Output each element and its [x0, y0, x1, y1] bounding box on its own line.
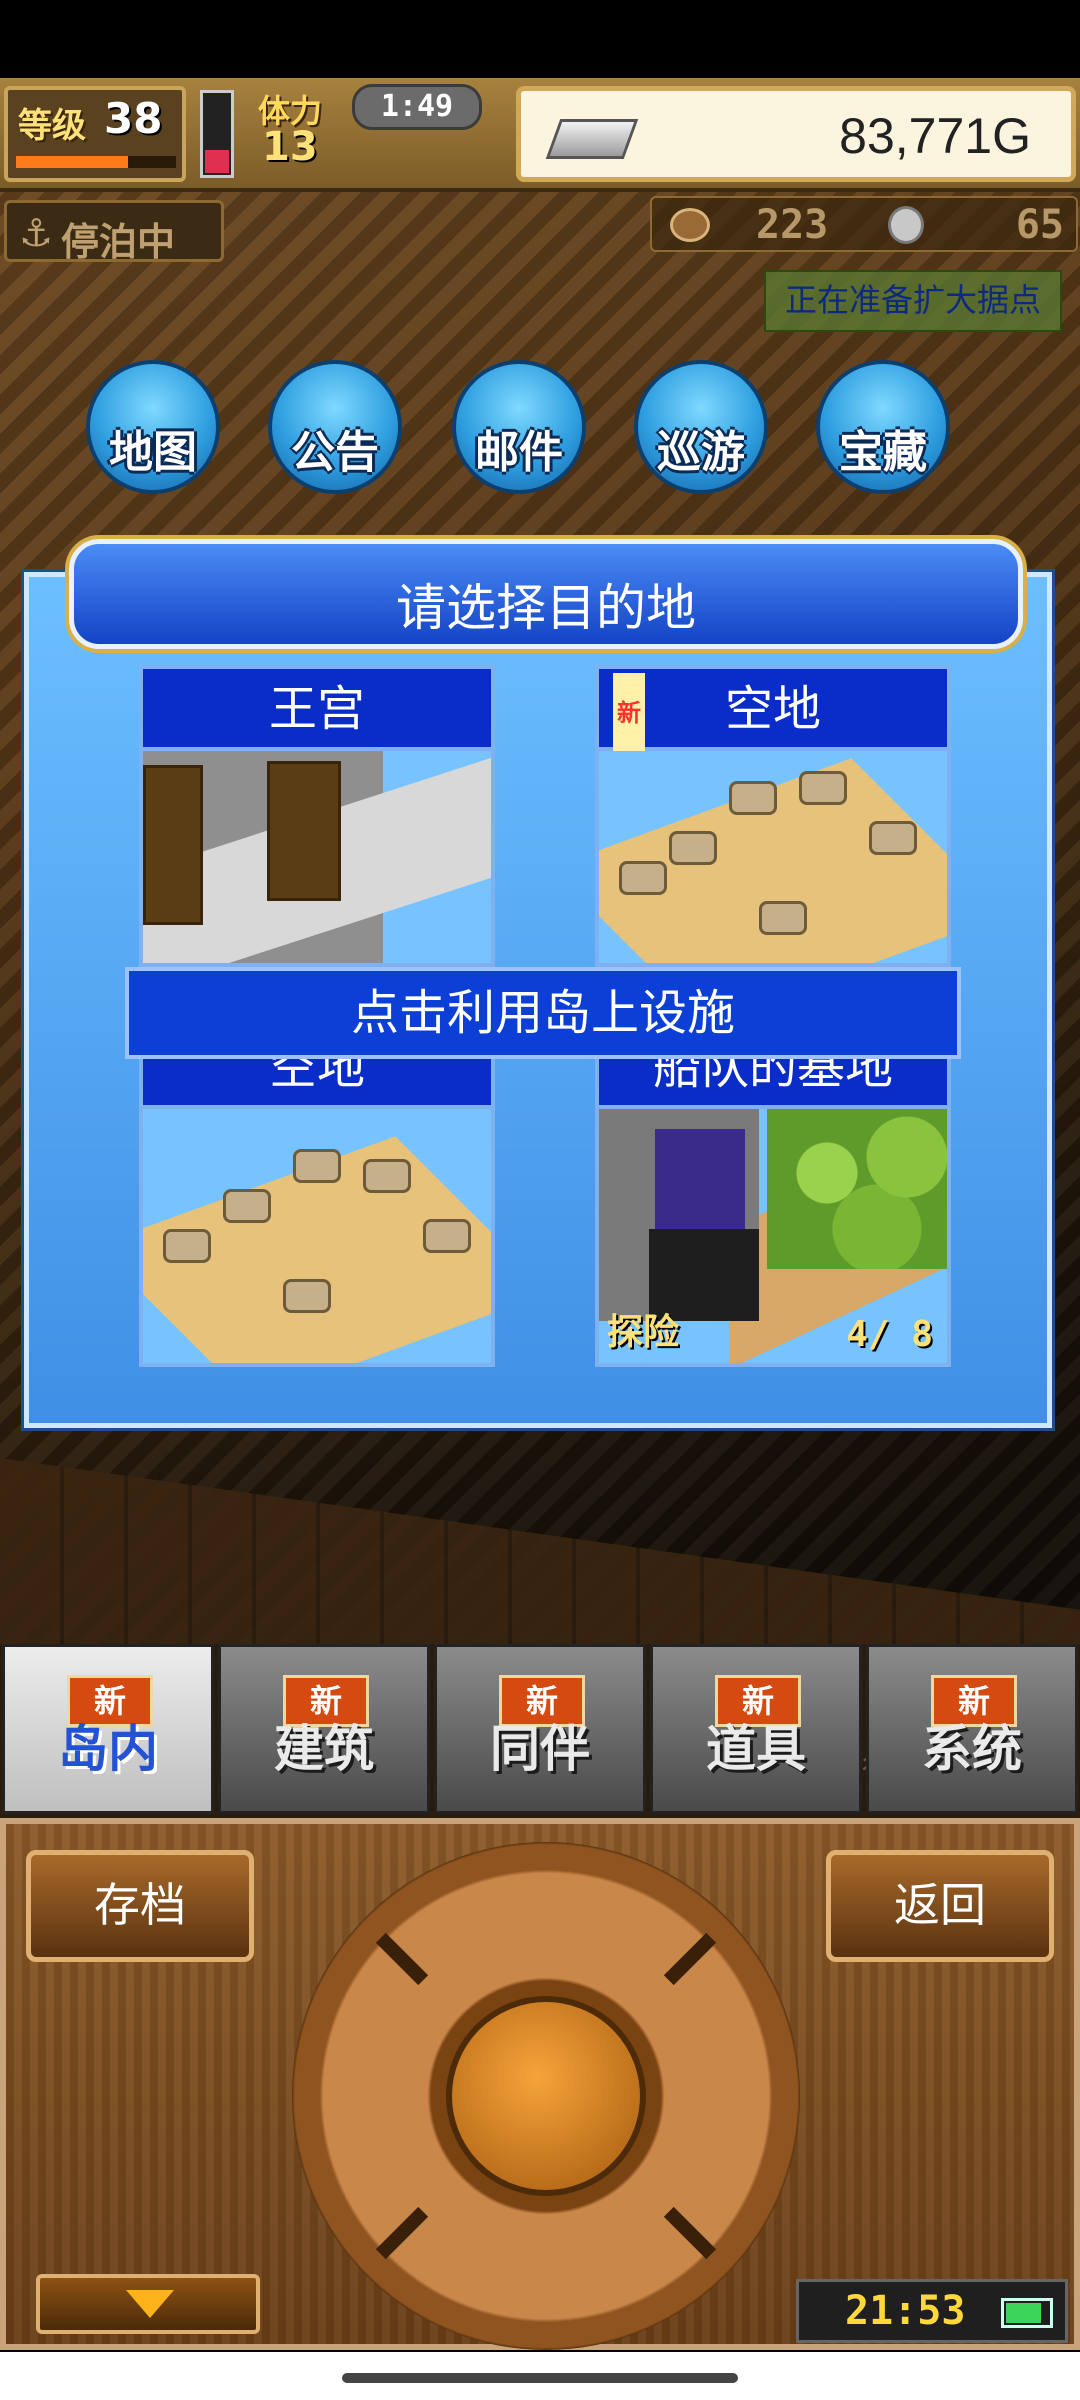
- ship-icon: [674, 372, 736, 420]
- cruise-button-label: 巡游: [657, 427, 745, 478]
- notice-button-label: 公告: [291, 427, 379, 478]
- game-clock: 21:53: [796, 2279, 1068, 2343]
- level-label: 等级: [18, 106, 86, 146]
- resource-value-1: 223: [756, 202, 829, 248]
- destination-card-palace[interactable]: 王宫: [139, 665, 495, 967]
- card-title: 王宫: [143, 669, 491, 751]
- treasure-button-label: 宝藏: [839, 427, 927, 478]
- bottom-tab-bar: 资料 获得 新 岛内 新 建筑 新 同伴 新 道具 新 系统: [0, 1644, 1080, 1820]
- map-button-label: 地图: [109, 427, 197, 478]
- battery-icon: [1001, 2298, 1053, 2328]
- gold-value: 83,771G: [839, 108, 1031, 164]
- tab-label: 岛内: [58, 1720, 158, 1778]
- collapse-button[interactable]: [36, 2274, 260, 2334]
- level-box: 等级 38: [4, 86, 186, 182]
- clock-value: 21:53: [845, 2288, 966, 2334]
- mail-button[interactable]: 邮件: [452, 360, 586, 494]
- medal-icon: [888, 206, 924, 244]
- new-badge: 新: [613, 673, 645, 753]
- docked-status-tag: ⚓ 停泊中: [4, 200, 224, 264]
- silver-bar-icon: [545, 119, 639, 159]
- tab-companions[interactable]: 新 同伴: [434, 1644, 646, 1814]
- docked-status-label: 停泊中: [61, 220, 176, 264]
- card-caption-count: 4/ 8: [846, 1314, 933, 1355]
- fleet-base-image: 探险 4/ 8: [599, 1109, 947, 1363]
- home-indicator[interactable]: [342, 2373, 738, 2383]
- card-title-text: 空地: [724, 681, 821, 737]
- tab-label: 道具: [706, 1720, 806, 1778]
- cruise-button[interactable]: 巡游: [634, 360, 768, 494]
- top-hud: 等级 38 体力 13 1:49 83,771G: [0, 78, 1080, 192]
- palace-image: [143, 751, 491, 963]
- directional-pad[interactable]: [292, 1842, 800, 2350]
- mail-icon: [492, 372, 554, 420]
- level-value: 38: [104, 94, 163, 143]
- card-caption-type: 探险: [607, 1312, 680, 1353]
- tab-label: 系统: [922, 1720, 1022, 1778]
- dialog-title: 请选择目的地: [396, 579, 696, 637]
- tab-label: 建筑: [274, 1720, 374, 1778]
- back-button[interactable]: 返回: [826, 1850, 1054, 1962]
- stamina-meter: [200, 90, 234, 178]
- map-button[interactable]: 地图: [86, 360, 220, 494]
- dialog-hint: 点击利用岛上设施: [125, 967, 961, 1059]
- stamina-timer: 1:49: [352, 84, 482, 130]
- treasure-chest-icon: [856, 372, 918, 420]
- save-button[interactable]: 存档: [26, 1850, 254, 1962]
- notice-icon: [308, 372, 370, 420]
- map-icon: [126, 372, 188, 420]
- notice-button[interactable]: 公告: [268, 360, 402, 494]
- tab-label: 同伴: [490, 1720, 590, 1778]
- resource-value-2: 65: [1015, 202, 1064, 248]
- main-menu: 地图 公告 邮件 巡游 宝藏: [0, 360, 1080, 500]
- dialog-title-bar: 请选择目的地: [69, 539, 1023, 649]
- food-icon: [670, 208, 710, 242]
- empty-lot-image: [599, 751, 947, 963]
- tab-system[interactable]: 新 系统: [866, 1644, 1078, 1814]
- gold-display: 83,771G: [516, 86, 1076, 182]
- mail-button-label: 邮件: [475, 427, 563, 478]
- treasure-button[interactable]: 宝藏: [816, 360, 950, 494]
- tab-island[interactable]: 新 岛内: [2, 1644, 214, 1814]
- resource-strip: 223 65: [650, 196, 1078, 252]
- destination-card-fleet-base[interactable]: 船队的基地 探险 4/ 8: [595, 1023, 951, 1367]
- card-title: 新 空地: [599, 669, 947, 753]
- destination-dialog: 请选择目的地 王宫 新 空地 空地 船队的基地 探险 4/ 8 点击利用岛上设施: [24, 539, 1052, 1428]
- experience-bar: [16, 156, 176, 168]
- arrow-down-icon: [126, 2290, 174, 2318]
- destination-card-empty-lot-2[interactable]: 空地: [139, 1023, 495, 1367]
- empty-lot-image: [143, 1109, 491, 1363]
- stamina-value: 13: [262, 124, 318, 170]
- tab-building[interactable]: 新 建筑: [218, 1644, 430, 1814]
- anchor-icon: ⚓: [19, 211, 54, 255]
- tab-items[interactable]: 新 道具: [650, 1644, 862, 1814]
- control-panel: 存档 返回 21:53: [0, 1818, 1080, 2350]
- expansion-notice[interactable]: 正在准备扩大据点: [764, 270, 1062, 332]
- action-button[interactable]: [446, 1996, 646, 2196]
- destination-card-empty-lot-1[interactable]: 新 空地: [595, 665, 951, 967]
